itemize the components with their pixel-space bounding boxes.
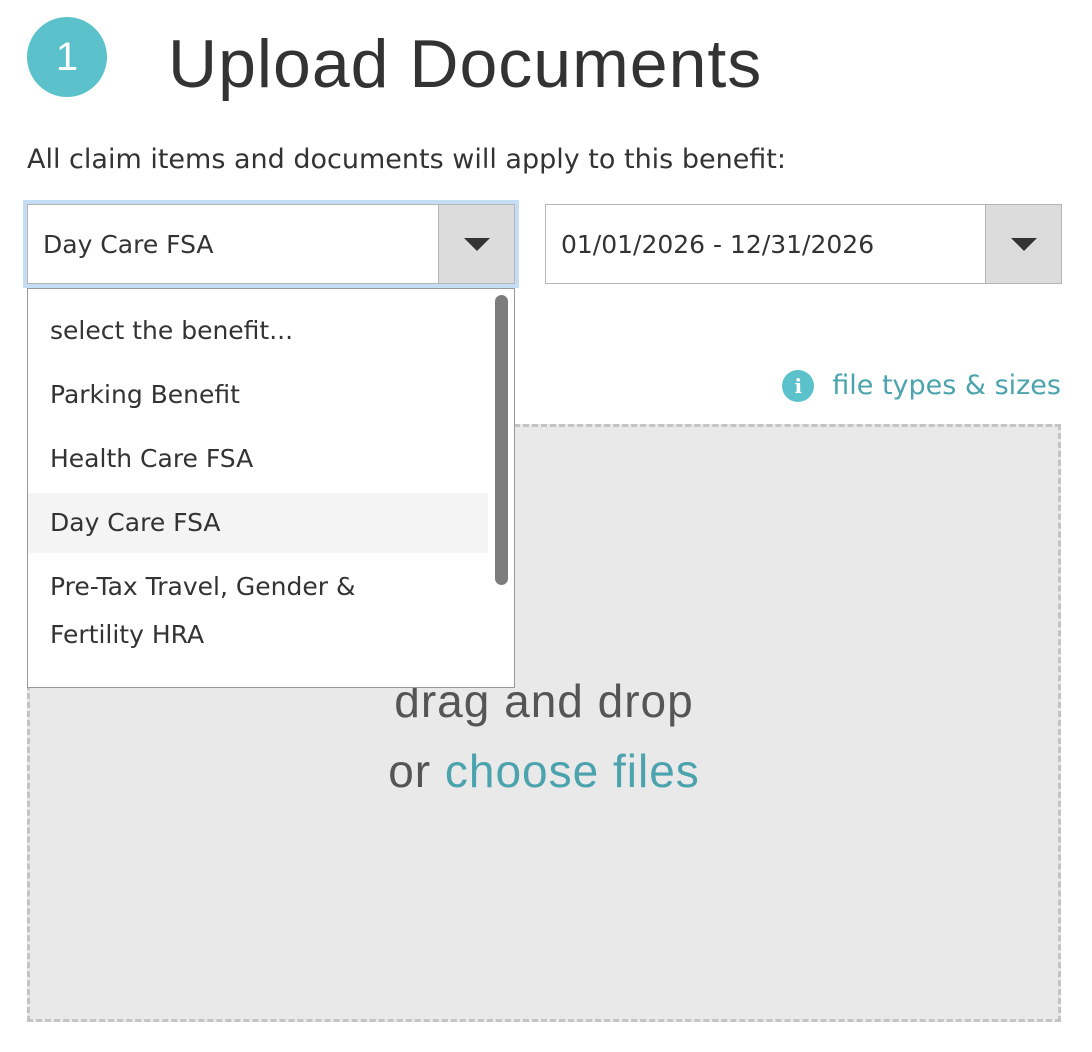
dropdown-scrollbar[interactable] [495, 295, 508, 585]
file-types-link[interactable]: i file types & sizes [782, 366, 1061, 406]
benefit-option-parking[interactable]: Parking Benefit [28, 371, 488, 419]
dropzone-or-text: or [388, 745, 445, 797]
benefit-option-day-care-fsa[interactable]: Day Care FSA [28, 493, 488, 553]
dropzone-choose-line: or choose files [30, 741, 1058, 801]
benefit-option-placeholder[interactable]: select the benefit... [28, 307, 488, 355]
benefit-option-health-care-fsa[interactable]: Health Care FSA [28, 435, 488, 483]
plan-period-select-toggle[interactable] [985, 205, 1061, 283]
choose-files-link[interactable]: choose files [445, 745, 700, 797]
step-number: 1 [55, 34, 79, 79]
benefit-option-pretax-travel-hra[interactable]: Pre-Tax Travel, Gender & Fertility HRA [28, 563, 488, 659]
chevron-down-icon [463, 237, 490, 251]
chevron-down-icon [1010, 237, 1037, 251]
benefit-select[interactable]: Day Care FSA [27, 204, 515, 284]
benefit-select-toggle[interactable] [438, 205, 514, 283]
file-types-label: file types & sizes [832, 370, 1061, 401]
plan-period-select-value: 01/01/2026 - 12/31/2026 [561, 229, 875, 259]
benefit-options-list[interactable]: select the benefit... Parking Benefit He… [27, 288, 515, 688]
benefit-instruction: All claim items and documents will apply… [27, 144, 786, 175]
step-number-badge: 1 [27, 17, 107, 97]
benefit-select-value: Day Care FSA [43, 229, 214, 259]
page-title: Upload Documents [168, 26, 763, 102]
plan-period-select[interactable]: 01/01/2026 - 12/31/2026 [545, 204, 1062, 284]
info-icon: i [782, 370, 815, 402]
